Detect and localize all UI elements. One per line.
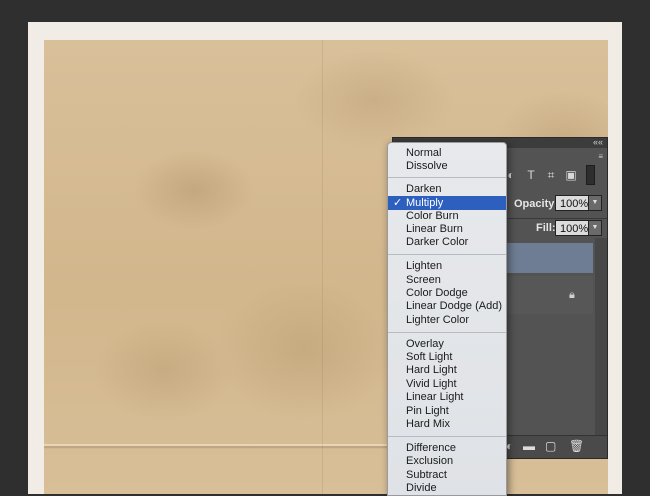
- fill-input[interactable]: 100%: [555, 220, 589, 236]
- blend-mode-option[interactable]: Difference: [388, 441, 506, 455]
- paper-crease-vertical: [322, 40, 323, 494]
- blend-mode-dropdown-menu: Normal Dissolve Darken ✓ Multiply Color …: [387, 142, 507, 496]
- opacity-dropdown-arrow[interactable]: ▼: [588, 195, 602, 211]
- checkmark-icon: ✓: [393, 197, 403, 209]
- collapse-panel-icon[interactable]: ««: [593, 137, 603, 147]
- layer-filter-row: ◐ T ⌗ ▣: [503, 164, 595, 186]
- blend-mode-option[interactable]: Screen: [388, 273, 506, 287]
- smart-object-icon[interactable]: ▣: [563, 167, 579, 183]
- menu-separator: [388, 254, 506, 255]
- blend-mode-option[interactable]: Darker Color: [388, 235, 506, 249]
- blend-mode-option[interactable]: Color Dodge: [388, 286, 506, 300]
- filter-toggle[interactable]: [586, 165, 595, 185]
- opacity-input[interactable]: 100%: [555, 195, 589, 211]
- blend-mode-option[interactable]: Pin Light: [388, 404, 506, 418]
- blend-mode-option[interactable]: Hard Light: [388, 363, 506, 377]
- menu-separator: [388, 436, 506, 437]
- fill-label: Fill:: [536, 222, 556, 234]
- blend-mode-option[interactable]: Exclusion: [388, 454, 506, 468]
- panel-menu-icon[interactable]: ≡: [598, 152, 603, 161]
- blend-mode-option[interactable]: Color Burn: [388, 209, 506, 223]
- blend-mode-option[interactable]: Divide: [388, 481, 506, 495]
- selected-option-label: Multiply: [406, 197, 444, 209]
- blend-mode-option[interactable]: Overlay: [388, 337, 506, 351]
- layers-scrollbar[interactable]: [595, 238, 607, 438]
- blend-mode-option[interactable]: Hard Mix: [388, 417, 506, 431]
- trash-icon[interactable]: 🗑︎: [569, 439, 584, 453]
- blend-mode-option[interactable]: Linear Light: [388, 390, 506, 404]
- transform-icon[interactable]: ⌗: [543, 167, 559, 183]
- blend-mode-option[interactable]: Linear Burn: [388, 222, 506, 236]
- blend-mode-option[interactable]: Darken: [388, 182, 506, 196]
- blend-mode-option[interactable]: Normal: [388, 146, 506, 160]
- fill-dropdown-arrow[interactable]: ▼: [588, 220, 602, 236]
- menu-separator: [388, 332, 506, 333]
- menu-separator: [388, 177, 506, 178]
- opacity-label: Opacity:: [514, 198, 559, 210]
- blend-mode-option[interactable]: Vivid Light: [388, 377, 506, 391]
- blend-mode-option[interactable]: Subtract: [388, 468, 506, 482]
- folder-icon[interactable]: ▬: [523, 439, 535, 453]
- lock-icon: 🔒︎: [569, 289, 575, 301]
- blend-mode-option[interactable]: Soft Light: [388, 350, 506, 364]
- blend-mode-option-selected[interactable]: ✓ Multiply: [388, 196, 506, 210]
- adjustment-layer-icon[interactable]: ◐: [506, 439, 513, 453]
- type-icon[interactable]: T: [523, 167, 539, 183]
- new-layer-icon[interactable]: ▢: [545, 439, 556, 453]
- blend-mode-option[interactable]: Lighten: [388, 259, 506, 273]
- blend-mode-option[interactable]: Linear Dodge (Add): [388, 299, 506, 313]
- blend-mode-option[interactable]: Lighter Color: [388, 313, 506, 327]
- blend-mode-option[interactable]: Dissolve: [388, 159, 506, 173]
